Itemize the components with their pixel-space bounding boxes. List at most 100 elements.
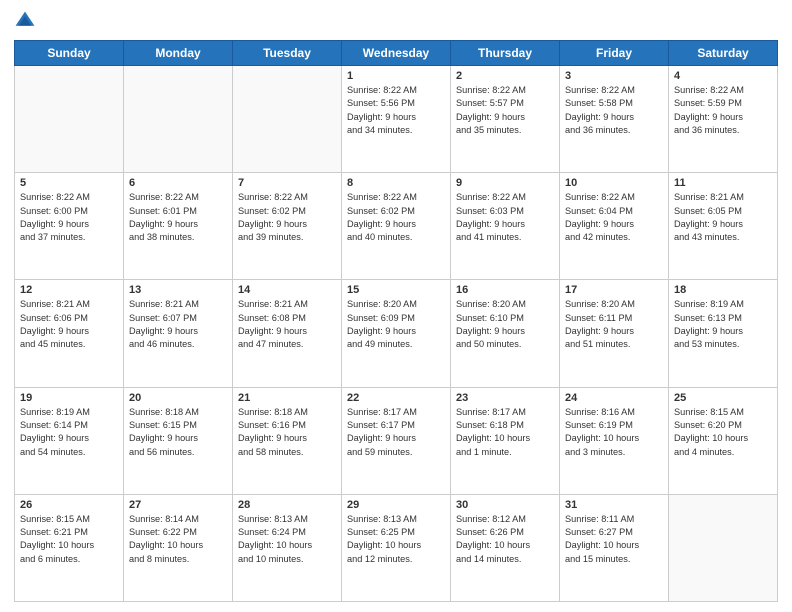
calendar-cell — [233, 66, 342, 173]
calendar-cell: 30Sunrise: 8:12 AM Sunset: 6:26 PM Dayli… — [451, 494, 560, 601]
day-info: Sunrise: 8:21 AM Sunset: 6:06 PM Dayligh… — [20, 298, 118, 351]
day-info: Sunrise: 8:15 AM Sunset: 6:21 PM Dayligh… — [20, 513, 118, 566]
calendar-cell: 16 Sunrise: 8:20 AM Sunset: 6:10 PM Dayli… — [451, 280, 560, 387]
calendar-cell: 8 Sunrise: 8:22 AM Sunset: 6:02 PM Daylig… — [342, 173, 451, 280]
day-info: Sunrise: 8:22 AM Sunset: 6:02 PM Dayligh… — [238, 191, 336, 244]
day-number: 17 — [565, 284, 663, 296]
day-info: Sunrise: 8:16 AM Sunset: 6:19 PM Dayligh… — [565, 406, 663, 459]
calendar-cell: 11Sunrise: 8:21 AM Sunset: 6:05 PM Dayli… — [669, 173, 778, 280]
calendar-cell: 25 Sunrise: 8:15 AM Sunset: 6:20 PM Dayli… — [669, 387, 778, 494]
day-number: 23 — [456, 392, 554, 404]
day-number: 5 — [20, 177, 118, 189]
calendar-cell: 20 Sunrise: 8:18 AM Sunset: 6:15 PM Dayli… — [124, 387, 233, 494]
day-number: 31 — [565, 499, 663, 511]
day-number: 25 — [674, 392, 772, 404]
calendar-table: SundayMondayTuesdayWednesdayThursdayFrid… — [14, 40, 778, 602]
day-info: Sunrise: 8:22 AM Sunset: 6:01 PM Dayligh… — [129, 191, 227, 244]
calendar-cell: 2 Sunrise: 8:22 AM Sunset: 5:57 PM Daylig… — [451, 66, 560, 173]
calendar-cell: 23Sunrise: 8:17 AM Sunset: 6:18 PM Dayli… — [451, 387, 560, 494]
calendar-cell: 18Sunrise: 8:19 AM Sunset: 6:13 PM Dayli… — [669, 280, 778, 387]
day-number: 10 — [565, 177, 663, 189]
day-number: 1 — [347, 70, 445, 82]
day-number: 9 — [456, 177, 554, 189]
day-info: Sunrise: 8:17 AM Sunset: 6:17 PM Dayligh… — [347, 406, 445, 459]
day-info: Sunrise: 8:13 AM Sunset: 6:24 PM Dayligh… — [238, 513, 336, 566]
day-info: Sunrise: 8:22 AM Sunset: 5:56 PM Dayligh… — [347, 84, 445, 137]
calendar-cell: 26 Sunrise: 8:15 AM Sunset: 6:21 PM Dayli… — [15, 494, 124, 601]
day-info: Sunrise: 8:15 AM Sunset: 6:20 PM Dayligh… — [674, 406, 772, 459]
day-info: Sunrise: 8:22 AM Sunset: 5:58 PM Dayligh… — [565, 84, 663, 137]
calendar-cell: 29 Sunrise: 8:13 AM Sunset: 6:25 PM Dayli… — [342, 494, 451, 601]
calendar-week-5: 26 Sunrise: 8:15 AM Sunset: 6:21 PM Dayli… — [15, 494, 778, 601]
day-number: 4 — [674, 70, 772, 82]
calendar-header-friday: Friday — [560, 41, 669, 66]
day-number: 7 — [238, 177, 336, 189]
day-number: 27 — [129, 499, 227, 511]
day-info: Sunrise: 8:13 AM Sunset: 6:25 PM Dayligh… — [347, 513, 445, 566]
day-info: Sunrise: 8:22 AM Sunset: 5:59 PM Dayligh… — [674, 84, 772, 137]
calendar-header-monday: Monday — [124, 41, 233, 66]
header — [14, 10, 778, 32]
calendar-week-1: 1 Sunrise: 8:22 AM Sunset: 5:56 PM Daylig… — [15, 66, 778, 173]
day-info: Sunrise: 8:14 AM Sunset: 6:22 PM Dayligh… — [129, 513, 227, 566]
day-number: 29 — [347, 499, 445, 511]
day-info: Sunrise: 8:22 AM Sunset: 6:03 PM Dayligh… — [456, 191, 554, 244]
day-number: 3 — [565, 70, 663, 82]
calendar-header-tuesday: Tuesday — [233, 41, 342, 66]
calendar-cell: 15Sunrise: 8:20 AM Sunset: 6:09 PM Dayli… — [342, 280, 451, 387]
day-number: 22 — [347, 392, 445, 404]
day-info: Sunrise: 8:22 AM Sunset: 5:57 PM Dayligh… — [456, 84, 554, 137]
calendar-cell: 6 Sunrise: 8:22 AM Sunset: 6:01 PM Daylig… — [124, 173, 233, 280]
logo-icon — [14, 10, 36, 32]
day-number: 15 — [347, 284, 445, 296]
day-info: Sunrise: 8:20 AM Sunset: 6:11 PM Dayligh… — [565, 298, 663, 351]
day-number: 26 — [20, 499, 118, 511]
day-info: Sunrise: 8:18 AM Sunset: 6:16 PM Dayligh… — [238, 406, 336, 459]
calendar-cell: 5 Sunrise: 8:22 AM Sunset: 6:00 PM Daylig… — [15, 173, 124, 280]
day-info: Sunrise: 8:12 AM Sunset: 6:26 PM Dayligh… — [456, 513, 554, 566]
day-info: Sunrise: 8:20 AM Sunset: 6:10 PM Dayligh… — [456, 298, 554, 351]
day-number: 13 — [129, 284, 227, 296]
calendar-header-row: SundayMondayTuesdayWednesdayThursdayFrid… — [15, 41, 778, 66]
calendar-cell: 14Sunrise: 8:21 AM Sunset: 6:08 PM Dayli… — [233, 280, 342, 387]
calendar-cell: 21 Sunrise: 8:18 AM Sunset: 6:16 PM Dayli… — [233, 387, 342, 494]
day-info: Sunrise: 8:21 AM Sunset: 6:05 PM Dayligh… — [674, 191, 772, 244]
day-number: 2 — [456, 70, 554, 82]
day-info: Sunrise: 8:22 AM Sunset: 6:00 PM Dayligh… — [20, 191, 118, 244]
day-info: Sunrise: 8:18 AM Sunset: 6:15 PM Dayligh… — [129, 406, 227, 459]
calendar-header-wednesday: Wednesday — [342, 41, 451, 66]
day-number: 16 — [456, 284, 554, 296]
day-number: 8 — [347, 177, 445, 189]
calendar-cell: 13Sunrise: 8:21 AM Sunset: 6:07 PM Dayli… — [124, 280, 233, 387]
calendar-header-saturday: Saturday — [669, 41, 778, 66]
day-info: Sunrise: 8:22 AM Sunset: 6:04 PM Dayligh… — [565, 191, 663, 244]
day-info: Sunrise: 8:11 AM Sunset: 6:27 PM Dayligh… — [565, 513, 663, 566]
calendar-cell: 12Sunrise: 8:21 AM Sunset: 6:06 PM Dayli… — [15, 280, 124, 387]
calendar-cell — [124, 66, 233, 173]
calendar-cell: 3 Sunrise: 8:22 AM Sunset: 5:58 PM Daylig… — [560, 66, 669, 173]
calendar-cell: 9 Sunrise: 8:22 AM Sunset: 6:03 PM Daylig… — [451, 173, 560, 280]
day-number: 18 — [674, 284, 772, 296]
day-number: 20 — [129, 392, 227, 404]
calendar-cell: 28 Sunrise: 8:13 AM Sunset: 6:24 PM Dayli… — [233, 494, 342, 601]
calendar-cell: 31 Sunrise: 8:11 AM Sunset: 6:27 PM Dayli… — [560, 494, 669, 601]
calendar-cell: 22 Sunrise: 8:17 AM Sunset: 6:17 PM Dayli… — [342, 387, 451, 494]
calendar-cell — [15, 66, 124, 173]
day-info: Sunrise: 8:22 AM Sunset: 6:02 PM Dayligh… — [347, 191, 445, 244]
logo — [14, 10, 40, 32]
calendar-cell: 24 Sunrise: 8:16 AM Sunset: 6:19 PM Dayli… — [560, 387, 669, 494]
page: SundayMondayTuesdayWednesdayThursdayFrid… — [0, 0, 792, 612]
day-number: 21 — [238, 392, 336, 404]
calendar-cell: 1 Sunrise: 8:22 AM Sunset: 5:56 PM Daylig… — [342, 66, 451, 173]
calendar-cell — [669, 494, 778, 601]
calendar-cell: 17 Sunrise: 8:20 AM Sunset: 6:11 PM Dayli… — [560, 280, 669, 387]
day-number: 6 — [129, 177, 227, 189]
day-info: Sunrise: 8:19 AM Sunset: 6:14 PM Dayligh… — [20, 406, 118, 459]
day-number: 28 — [238, 499, 336, 511]
calendar-cell: 7 Sunrise: 8:22 AM Sunset: 6:02 PM Daylig… — [233, 173, 342, 280]
day-number: 24 — [565, 392, 663, 404]
calendar-week-4: 19Sunrise: 8:19 AM Sunset: 6:14 PM Dayli… — [15, 387, 778, 494]
calendar-cell: 10 Sunrise: 8:22 AM Sunset: 6:04 PM Dayli… — [560, 173, 669, 280]
calendar-cell: 19Sunrise: 8:19 AM Sunset: 6:14 PM Dayli… — [15, 387, 124, 494]
calendar-header-sunday: Sunday — [15, 41, 124, 66]
